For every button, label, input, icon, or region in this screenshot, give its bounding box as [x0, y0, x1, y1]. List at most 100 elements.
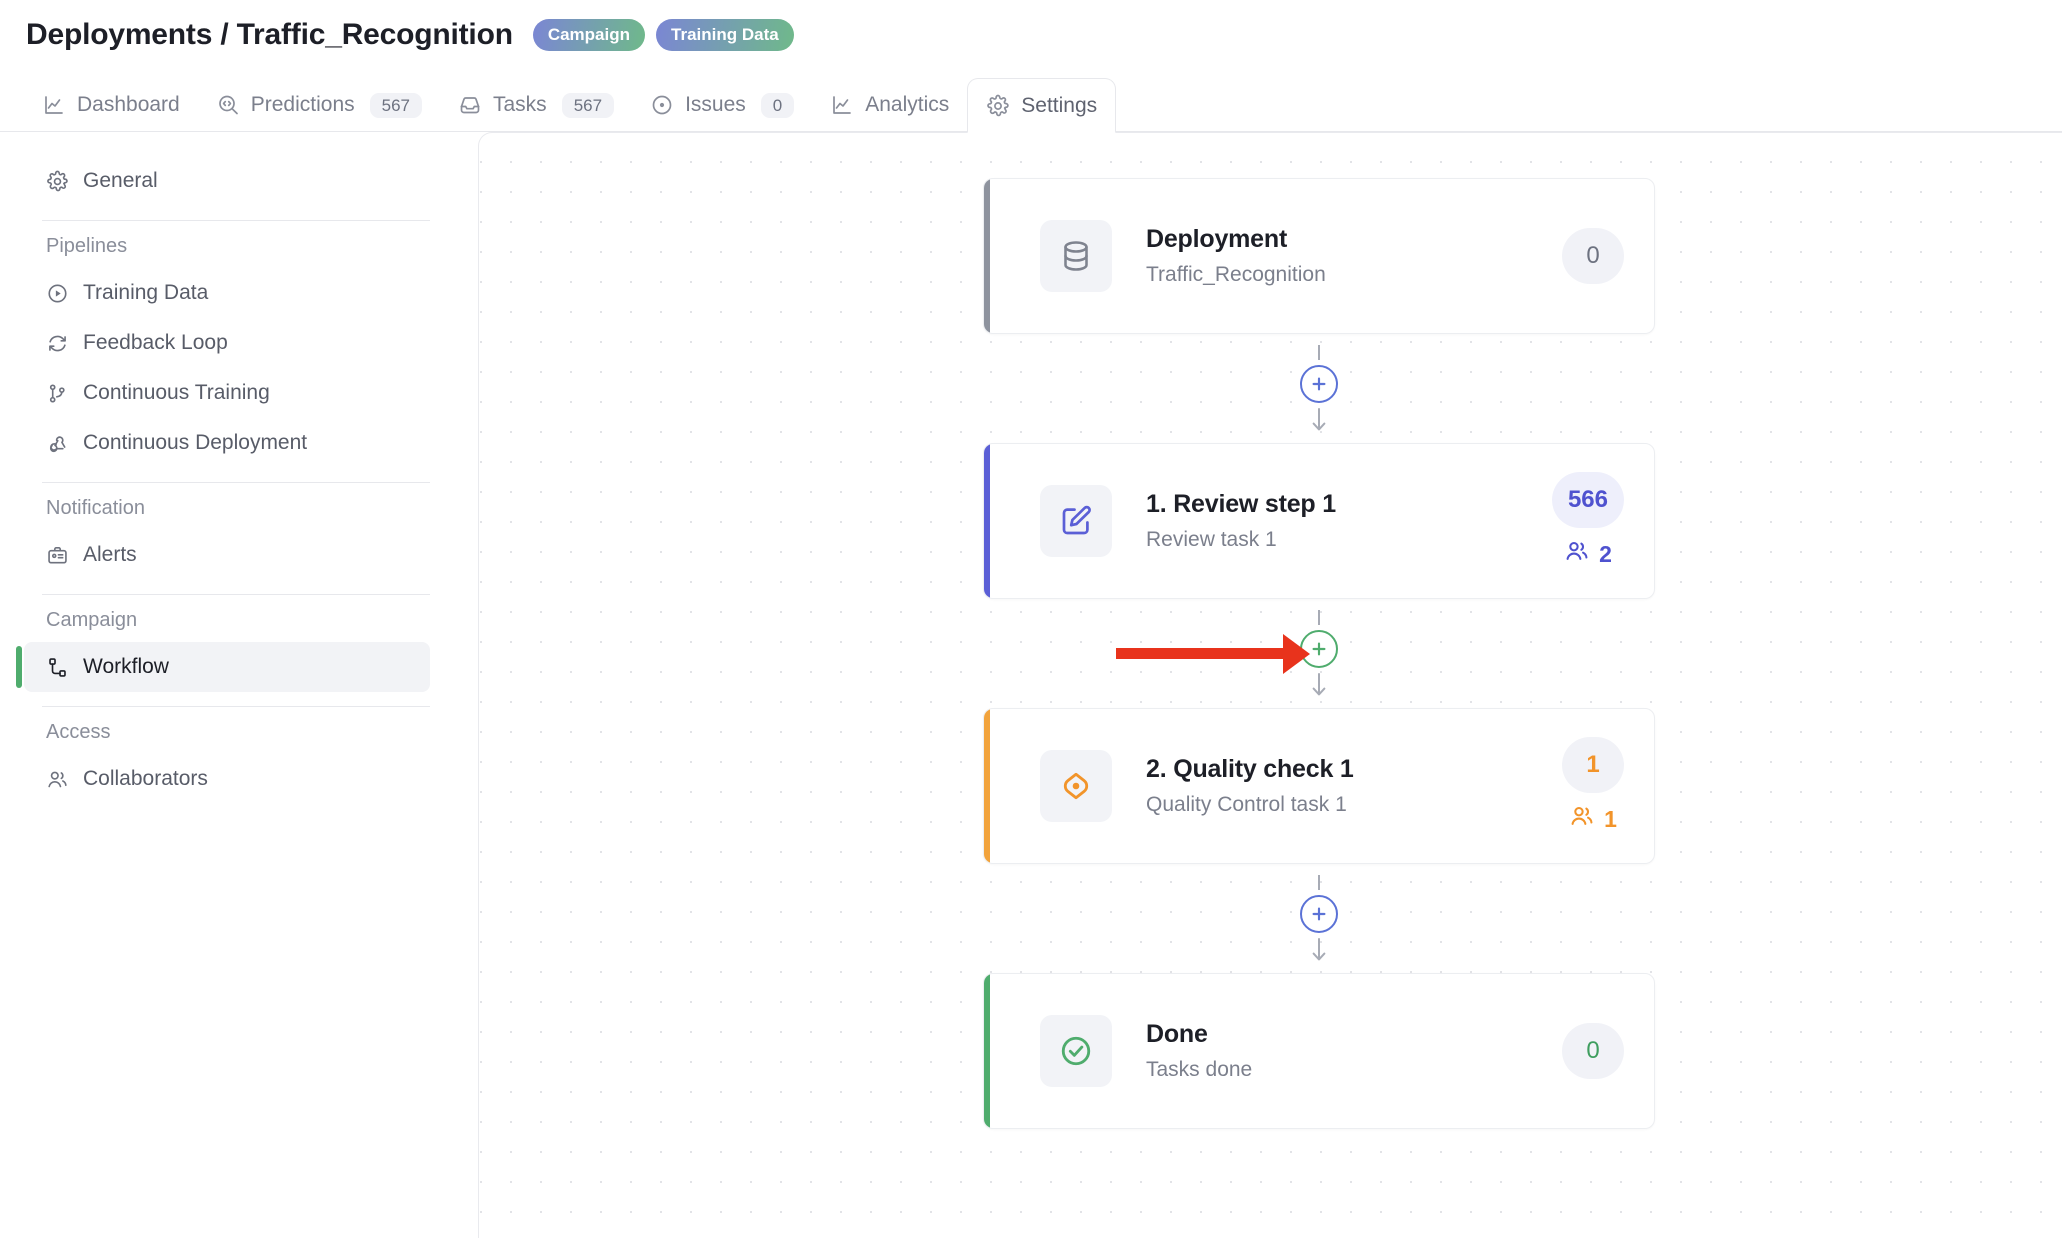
chart-line-icon [830, 93, 854, 117]
play-circle-icon [46, 282, 69, 305]
tab-label: Dashboard [77, 93, 180, 116]
sidebar-item-label: Alerts [83, 543, 137, 566]
sidebar-item-feedback-loop[interactable]: Feedback Loop [24, 318, 430, 368]
pencil-square-icon [1040, 485, 1112, 557]
page-body: General Pipelines Training Data Feedback… [0, 132, 2062, 1238]
page-header: Deployments / Traffic_Recognition Campai… [0, 0, 2062, 70]
workflow-connector-1 [983, 334, 1655, 443]
id-card-icon [46, 544, 69, 567]
sidebar-item-collaborators[interactable]: Collaborators [24, 754, 430, 804]
assignee-count-value: 2 [1599, 540, 1612, 567]
annotation-arrow-shaft [1116, 648, 1284, 659]
task-count-badge: 1 [1562, 737, 1624, 793]
connector-line [1318, 874, 1320, 890]
tab-tasks[interactable]: Tasks 567 [440, 78, 632, 132]
connector-arrow-down-icon [1309, 937, 1329, 963]
workflow-node-title: Deployment [1146, 225, 1288, 253]
add-step-button-3[interactable] [1300, 894, 1338, 933]
workflow-node-text: Done Tasks done [1146, 1020, 1562, 1082]
tab-label: Predictions [250, 93, 355, 116]
sidebar-item-continuous-training[interactable]: Continuous Training [24, 368, 430, 418]
workflow-connector-2 [983, 599, 1655, 708]
code-search-icon [216, 93, 240, 117]
sidebar-item-alerts[interactable]: Alerts [24, 530, 430, 580]
sidebar-divider [42, 220, 430, 221]
tab-issues[interactable]: Issues 0 [632, 78, 812, 132]
sidebar-group-access: Access [46, 721, 111, 743]
tab-settings[interactable]: Settings [967, 78, 1117, 133]
tab-label: Settings [1021, 93, 1098, 117]
sidebar-group-pipelines: Pipelines [46, 235, 128, 257]
workflow-node-subtitle: Quality Control task 1 [1146, 793, 1347, 816]
sidebar-divider [42, 706, 430, 707]
workflow-node-subtitle: Tasks done [1146, 1058, 1253, 1081]
workflow-node-deployment[interactable]: Deployment Traffic_Recognition 0 [983, 178, 1655, 334]
tab-badge: 567 [561, 92, 615, 118]
sidebar-item-general[interactable]: General [24, 156, 430, 206]
sidebar-item-workflow[interactable]: Workflow [16, 642, 430, 692]
workflow-node-meta: 0 [1562, 1023, 1624, 1079]
breadcrumb: Deployments / Traffic_Recognition [26, 18, 513, 51]
workflow-node-subtitle: Traffic_Recognition [1146, 263, 1326, 286]
settings-sidebar: General Pipelines Training Data Feedback… [0, 132, 478, 1238]
target-dot-icon [650, 93, 674, 117]
connector-line [1318, 344, 1320, 360]
workflow-canvas[interactable]: Deployment Traffic_Recognition 0 1. Revi… [478, 132, 2062, 1238]
workflow-node-meta: 1 1 [1562, 737, 1624, 835]
add-step-button-2[interactable] [1300, 629, 1338, 668]
refresh-icon [46, 332, 69, 355]
tab-predictions[interactable]: Predictions 567 [198, 78, 440, 132]
workflow-node-title: 1. Review step 1 [1146, 490, 1336, 518]
primary-tab-bar: Dashboard Predictions 567 Tasks 567 Issu… [0, 70, 2062, 133]
workflow-node-title: Done [1146, 1020, 1208, 1048]
workflow-icon [46, 656, 69, 679]
workflow-node-meta: 566 2 [1551, 472, 1624, 570]
assignee-count: 2 [1564, 538, 1612, 570]
workflow-flow: Deployment Traffic_Recognition 0 1. Revi… [983, 178, 1655, 1129]
annotation-red-arrow [1116, 633, 1310, 674]
connector-line [1318, 609, 1320, 625]
inbox-icon [458, 93, 482, 117]
sidebar-divider [42, 594, 430, 595]
tab-badge: 0 [760, 92, 795, 118]
sidebar-item-training-data[interactable]: Training Data [24, 268, 430, 318]
connector-arrow-down-icon [1309, 672, 1329, 698]
sidebar-item-label: Workflow [83, 655, 169, 678]
assignee-count: 1 [1569, 803, 1617, 835]
git-branch-icon [46, 382, 69, 405]
connector-arrow-down-icon [1309, 407, 1329, 433]
sidebar-item-continuous-deployment[interactable]: Continuous Deployment [24, 418, 430, 468]
sidebar-item-label: General [83, 169, 158, 192]
sidebar-item-label: Training Data [83, 281, 209, 304]
tab-analytics[interactable]: Analytics [812, 78, 967, 132]
sidebar-group-notification: Notification [46, 497, 145, 519]
workflow-node-subtitle: Review task 1 [1146, 528, 1277, 551]
workflow-node-review-step-1[interactable]: 1. Review step 1 Review task 1 566 2 [983, 443, 1655, 599]
tab-dashboard[interactable]: Dashboard [24, 78, 198, 132]
workflow-node-done[interactable]: Done Tasks done 0 [983, 973, 1655, 1129]
assignee-count-value: 1 [1604, 805, 1617, 832]
tag-training-data[interactable]: Training Data [656, 19, 794, 51]
add-step-button-1[interactable] [1300, 364, 1338, 403]
eye-target-icon [1040, 750, 1112, 822]
sidebar-item-label: Collaborators [83, 767, 208, 790]
workflow-connector-3 [983, 864, 1655, 973]
tab-label: Issues [685, 93, 746, 116]
tag-campaign[interactable]: Campaign [532, 19, 646, 51]
check-circle-icon [1040, 1015, 1112, 1087]
sidebar-item-label: Feedback Loop [83, 331, 228, 354]
header-tag-list: Campaign Training Data [532, 19, 794, 51]
workflow-node-quality-check-1[interactable]: 2. Quality check 1 Quality Control task … [983, 708, 1655, 864]
users-icon [46, 768, 69, 791]
task-count-badge: 0 [1562, 228, 1624, 284]
gear-icon [46, 170, 69, 193]
workflow-node-meta: 0 [1562, 228, 1624, 284]
workflow-node-text: 1. Review step 1 Review task 1 [1146, 490, 1552, 552]
sidebar-divider [42, 482, 430, 483]
users-icon [1564, 538, 1590, 570]
tab-label: Tasks [493, 93, 547, 116]
chart-line-icon [42, 93, 66, 117]
sidebar-item-label: Continuous Deployment [83, 431, 308, 454]
users-icon [1569, 803, 1595, 835]
webhook-icon [46, 432, 69, 455]
